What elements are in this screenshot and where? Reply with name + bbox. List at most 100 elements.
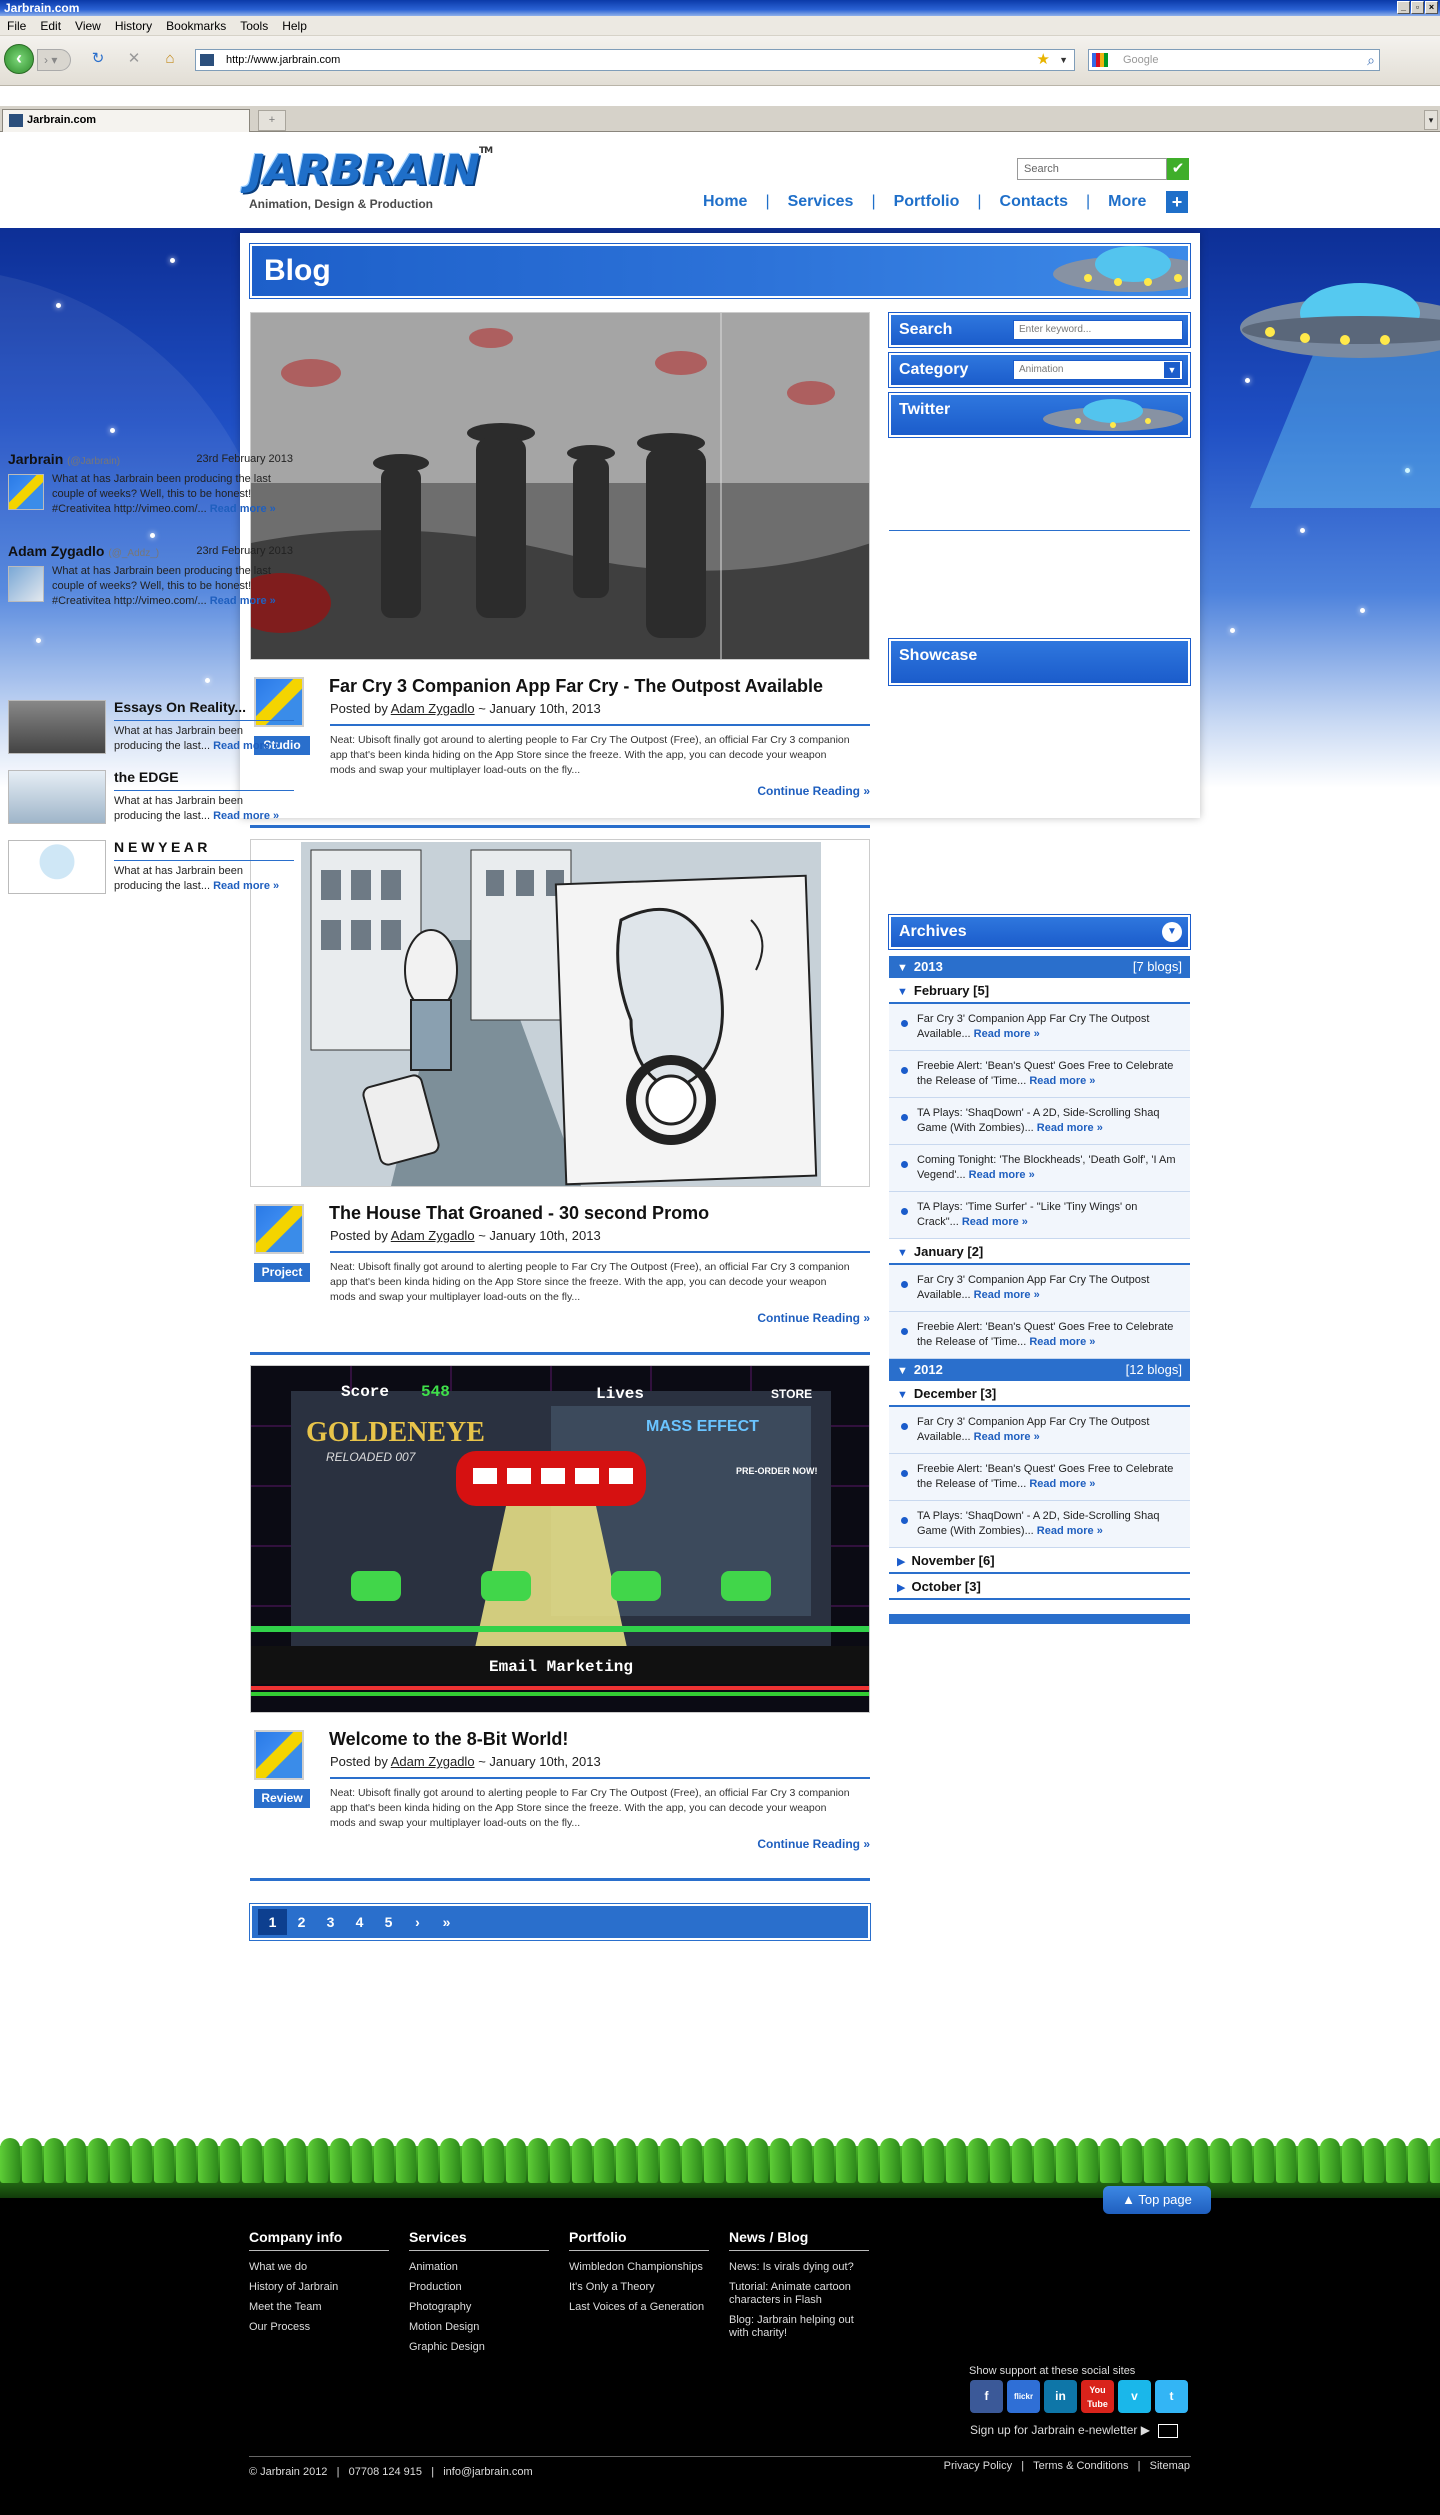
footer-link[interactable]: Motion Design xyxy=(409,2321,549,2334)
restore-button[interactable]: ▫ xyxy=(1411,1,1424,14)
read-more-link[interactable]: Read more » xyxy=(210,503,276,515)
menu-edit[interactable]: Edit xyxy=(40,16,61,35)
footer-link[interactable]: Last Voices of a Generation xyxy=(569,2301,709,2314)
footer-link[interactable]: Graphic Design xyxy=(409,2341,549,2354)
new-tab-button[interactable]: + xyxy=(258,110,286,131)
flickr-icon[interactable]: flickr xyxy=(1007,2380,1040,2413)
forward-button[interactable]: › ▾ xyxy=(37,49,71,71)
browser-search-input[interactable]: Google ⌕ xyxy=(1088,49,1380,71)
back-button[interactable]: ‹ xyxy=(4,44,34,74)
menu-bookmarks[interactable]: Bookmarks xyxy=(166,16,226,35)
menu-history[interactable]: History xyxy=(115,16,152,35)
archive-year[interactable]: ▼ 2013 [7 blogs] xyxy=(889,956,1190,978)
footer-link[interactable]: History of Jarbrain xyxy=(249,2281,389,2294)
menu-help[interactable]: Help xyxy=(282,16,307,35)
post-author-link[interactable]: Adam Zygadlo xyxy=(391,1228,475,1243)
archive-item[interactable]: Far Cry 3' Companion App Far Cry The Out… xyxy=(889,1265,1190,1312)
collapse-arrow-icon[interactable]: ▼ xyxy=(1162,922,1182,942)
footer-link[interactable]: Production xyxy=(409,2281,549,2294)
post-title[interactable]: The House That Groaned - 30 second Promo xyxy=(329,1203,709,1224)
page-4[interactable]: 4 xyxy=(345,1909,374,1935)
more-plus-button[interactable]: + xyxy=(1166,191,1188,213)
jarbrain-logo[interactable]: JARBRAINTM xyxy=(248,146,493,194)
archive-item[interactable]: Freebie Alert: 'Bean's Quest' Goes Free … xyxy=(889,1051,1190,1098)
post-title[interactable]: Welcome to the 8-Bit World! xyxy=(329,1729,568,1750)
tweet-author[interactable]: Adam Zygadlo (@_Addz_) xyxy=(8,543,159,559)
facebook-icon[interactable]: f xyxy=(970,2380,1003,2413)
menu-view[interactable]: View xyxy=(75,16,101,35)
footer-link[interactable]: Animation xyxy=(409,2261,549,2274)
archive-year[interactable]: ▼ 2012 [12 blogs] xyxy=(889,1359,1190,1381)
footer-link[interactable]: Tutorial: Animate cartoon characters in … xyxy=(729,2281,869,2307)
category-select[interactable]: Animation ▼ xyxy=(1013,360,1183,380)
read-more-link[interactable]: Read more » xyxy=(210,595,276,607)
footer-link[interactable]: Wimbledon Championships xyxy=(569,2261,709,2274)
showcase-item[interactable]: N E W Y E A R What at has Jarbrain been … xyxy=(0,839,301,902)
minimize-button[interactable]: _ xyxy=(1397,1,1410,14)
footer-link[interactable]: Meet the Team xyxy=(249,2301,389,2314)
legal-links[interactable]: Privacy Policy | Terms & Conditions | Si… xyxy=(944,2460,1190,2472)
close-button[interactable]: × xyxy=(1425,1,1438,14)
continue-reading-link[interactable]: Continue Reading » xyxy=(757,1311,870,1325)
nav-services[interactable]: Services xyxy=(788,193,854,211)
footer-link[interactable]: What we do xyxy=(249,2261,389,2274)
archive-month[interactable]: ▶ November [6] xyxy=(889,1548,1190,1574)
vimeo-icon[interactable]: v xyxy=(1118,2380,1151,2413)
archive-month[interactable]: ▶ October [3] xyxy=(889,1574,1190,1600)
nav-portfolio[interactable]: Portfolio xyxy=(894,193,960,211)
read-more-link[interactable]: Read more » xyxy=(962,1216,1028,1228)
read-more-link[interactable]: Read more » xyxy=(1029,1336,1095,1348)
archive-item[interactable]: TA Plays: 'ShaqDown' - A 2D, Side-Scroll… xyxy=(889,1501,1190,1548)
archive-item[interactable]: Far Cry 3' Companion App Far Cry The Out… xyxy=(889,1407,1190,1454)
read-more-link[interactable]: Read more » xyxy=(213,810,279,822)
footer-link[interactable]: Our Process xyxy=(249,2321,389,2334)
archive-month[interactable]: ▼ February [5] xyxy=(889,978,1190,1004)
footer-link[interactable]: News: Is virals dying out? xyxy=(729,2261,869,2274)
page-3[interactable]: 3 xyxy=(316,1909,345,1935)
read-more-link[interactable]: Read more » xyxy=(213,880,279,892)
top-page-button[interactable]: ▲ Top page xyxy=(1103,2186,1211,2214)
search-go-button[interactable]: ✔ xyxy=(1167,158,1189,180)
read-more-link[interactable]: Read more » xyxy=(1029,1075,1095,1087)
linkedin-icon[interactable]: in xyxy=(1044,2380,1077,2413)
menu-file[interactable]: File xyxy=(7,16,26,35)
stop-icon[interactable]: ✕ xyxy=(124,49,144,69)
archive-month[interactable]: ▼ December [3] xyxy=(889,1381,1190,1407)
archive-item[interactable]: Freebie Alert: 'Bean's Quest' Goes Free … xyxy=(889,1312,1190,1359)
post-image-comic[interactable] xyxy=(250,839,870,1187)
footer-link[interactable]: Photography xyxy=(409,2301,549,2314)
archive-item[interactable]: Coming Tonight: 'The Blockheads', 'Death… xyxy=(889,1145,1190,1192)
page-next[interactable]: › xyxy=(403,1909,432,1935)
address-dropdown-icon[interactable]: ▼ xyxy=(1059,50,1068,70)
read-more-link[interactable]: Read more » xyxy=(1037,1122,1103,1134)
magnifier-icon[interactable]: ⌕ xyxy=(1367,50,1375,70)
nav-more[interactable]: More xyxy=(1108,193,1146,211)
read-more-link[interactable]: Read more » xyxy=(213,740,279,752)
page-2[interactable]: 2 xyxy=(287,1909,316,1935)
post-author-link[interactable]: Adam Zygadlo xyxy=(391,701,475,716)
showcase-title[interactable]: N E W Y E A R xyxy=(114,839,207,855)
read-more-link[interactable]: Read more » xyxy=(969,1169,1035,1181)
read-more-link[interactable]: Read more » xyxy=(974,1028,1040,1040)
sidebar-search-input[interactable]: Enter keyword... xyxy=(1013,320,1183,340)
continue-reading-link[interactable]: Continue Reading » xyxy=(757,1837,870,1851)
bookmark-star-icon[interactable]: ★ xyxy=(1037,50,1050,70)
continue-reading-link[interactable]: Continue Reading » xyxy=(757,784,870,798)
nav-contacts[interactable]: Contacts xyxy=(1000,193,1068,211)
page-1[interactable]: 1 xyxy=(258,1909,287,1935)
nav-home[interactable]: Home xyxy=(703,193,747,211)
showcase-title[interactable]: Essays On Reality... xyxy=(114,699,246,715)
post-tag-badge[interactable]: Review xyxy=(254,1789,310,1808)
read-more-link[interactable]: Read more » xyxy=(1029,1478,1095,1490)
post-image-8bit[interactable]: Score 548 Lives STORE GOLDENEYE RELOADED… xyxy=(250,1365,870,1713)
showcase-item[interactable]: Essays On Reality... What at has Jarbrai… xyxy=(0,699,301,762)
post-author-link[interactable]: Adam Zygadlo xyxy=(391,1754,475,1769)
showcase-item[interactable]: the EDGE What at has Jarbrain been produ… xyxy=(0,769,301,832)
youtube-icon[interactable]: You Tube xyxy=(1081,2380,1114,2413)
reload-icon[interactable]: ↻ xyxy=(88,49,108,69)
post-image-war[interactable] xyxy=(250,312,870,660)
home-icon[interactable]: ⌂ xyxy=(160,49,180,69)
tab-list-icon[interactable]: ▾ xyxy=(1424,110,1438,130)
archive-item[interactable]: Far Cry 3' Companion App Far Cry The Out… xyxy=(889,1004,1190,1051)
menu-tools[interactable]: Tools xyxy=(240,16,268,35)
